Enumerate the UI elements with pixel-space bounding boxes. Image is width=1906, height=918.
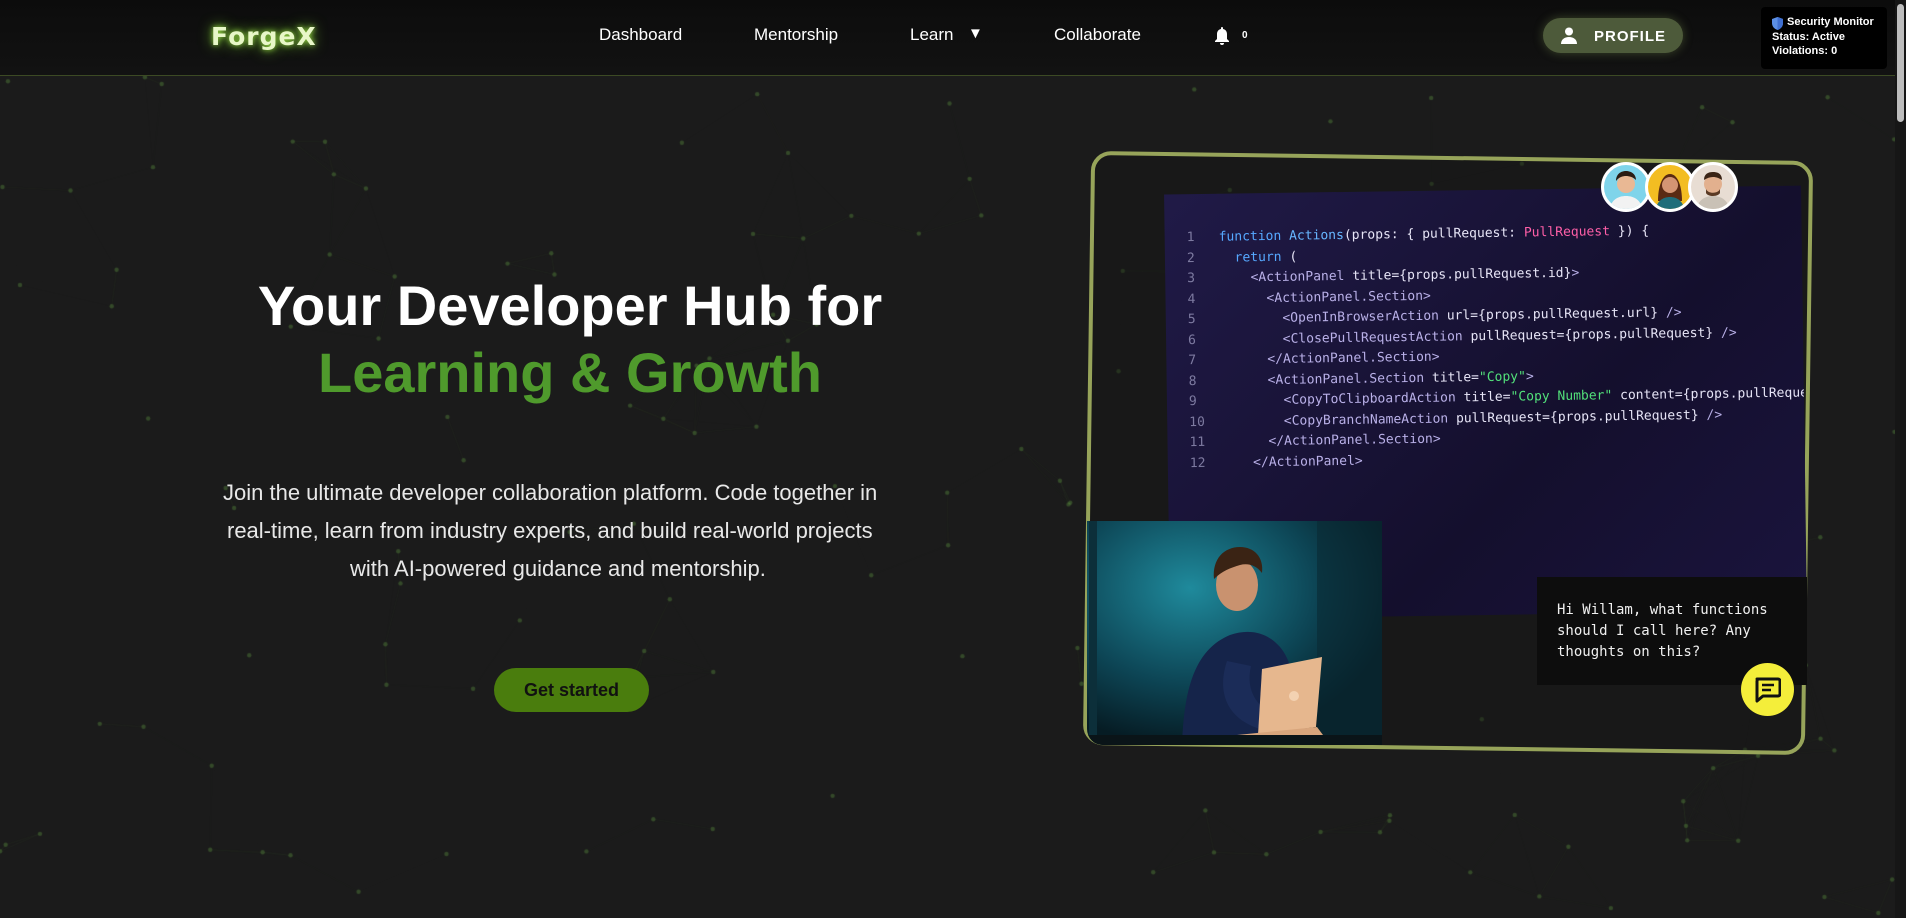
line-number: 9 <box>1188 394 1197 410</box>
avatar-1 <box>1601 162 1651 212</box>
line-number: 10 <box>1189 414 1206 430</box>
code-text: function Actions(props: { pullRequest: P… <box>1218 223 1650 245</box>
code-text: <OpenInBrowserAction url={props.pullRequ… <box>1219 305 1682 327</box>
line-number: 6 <box>1187 332 1197 348</box>
line-number: 12 <box>1189 455 1206 471</box>
notification-count: 0 <box>1242 30 1248 41</box>
chat-message-text: Hi Willam, what functions should I call … <box>1557 602 1768 660</box>
hero-title-line1: Your Developer Hub for <box>257 274 883 337</box>
nav-collaborate[interactable]: Collaborate <box>1054 25 1141 45</box>
user-icon <box>1561 27 1577 44</box>
security-status: Status: Active <box>1772 31 1845 43</box>
line-number: 11 <box>1189 434 1206 451</box>
security-monitor-title: Security Monitor <box>1787 16 1874 28</box>
line-number: 7 <box>1188 353 1197 369</box>
code-text: return ( <box>1218 249 1298 266</box>
security-monitor-panel: Security Monitor Status: Active Violatio… <box>1761 7 1887 69</box>
nav-learn[interactable]: Learn <box>910 25 953 45</box>
chat-button[interactable] <box>1741 663 1794 716</box>
learn-dropdown-icon[interactable]: ▼ <box>968 25 983 42</box>
line-number: 2 <box>1186 250 1195 266</box>
forgex-logo[interactable]: ForgeX <box>211 22 317 51</box>
line-number: 3 <box>1187 271 1196 287</box>
line-number: 1 <box>1186 230 1195 246</box>
profile-button[interactable]: PROFILE <box>1543 18 1683 53</box>
security-violations: Violations: 0 <box>1772 45 1838 57</box>
developer-photo <box>1087 521 1382 745</box>
get-started-button[interactable]: Get started <box>494 668 649 712</box>
line-number: 4 <box>1187 291 1196 307</box>
chat-icon <box>1755 677 1781 703</box>
code-text: <ActionPanel.Section title="Copy"> <box>1220 368 1534 389</box>
profile-label: PROFILE <box>1594 28 1667 45</box>
line-number: 8 <box>1188 373 1197 389</box>
code-text: </ActionPanel> <box>1221 453 1363 471</box>
code-text: <ActionPanel title={props.pullRequest.id… <box>1219 265 1580 286</box>
code-text: <ClosePullRequestAction pullRequest={pro… <box>1219 324 1737 348</box>
nav-dashboard[interactable]: Dashboard <box>599 25 682 45</box>
hero-description-line2: real-time, learn from industry experts, … <box>227 518 873 543</box>
scrollbar-thumb[interactable] <box>1897 4 1904 122</box>
nav-mentorship[interactable]: Mentorship <box>754 25 838 45</box>
bell-icon[interactable] <box>1213 26 1231 46</box>
code-text: </ActionPanel.Section> <box>1220 349 1440 368</box>
top-navbar: ForgeX Dashboard Mentorship Learn ▼ Coll… <box>0 0 1906 76</box>
hero-title-line2: Learning & Growth <box>318 341 822 404</box>
hero-description-line1: Join the ultimate developer collaboratio… <box>223 480 878 505</box>
avatar-3 <box>1688 162 1738 212</box>
shield-icon <box>1772 17 1783 30</box>
code-text: </ActionPanel.Section> <box>1221 431 1441 450</box>
line-number: 5 <box>1187 312 1196 328</box>
code-text: <CopyToClipboardAction title="Copy Numbe… <box>1220 385 1807 409</box>
page-scrollbar[interactable] <box>1895 0 1906 918</box>
hero-description-line3: with AI-powered guidance and mentorship. <box>350 556 766 581</box>
code-text: <ActionPanel.Section> <box>1219 288 1431 307</box>
code-text: <CopyBranchNameAction pullRequest={props… <box>1221 407 1723 430</box>
